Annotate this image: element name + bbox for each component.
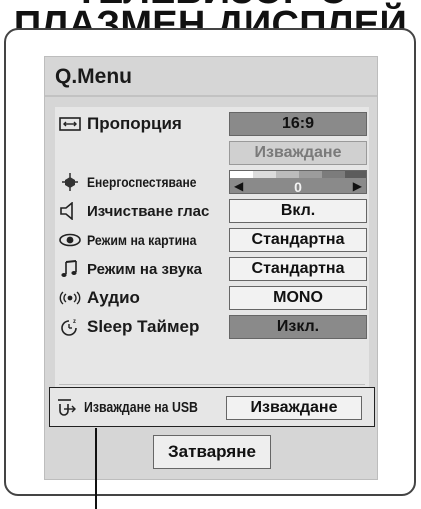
audio-value[interactable]: MONO — [229, 286, 367, 310]
usb-eject-label: Изваждане на USB — [84, 398, 198, 416]
slider-segment — [276, 171, 299, 178]
audio-icon — [59, 287, 81, 309]
arrow-right-icon[interactable]: ▶ — [353, 179, 362, 193]
energy-saving-slider[interactable]: 0 ◀ ▶ — [229, 170, 367, 194]
menu-row-label: Изчистване глас — [59, 200, 209, 222]
settings-panel: Пропорция 16:9 Изваждане Енергоспестяван… — [55, 107, 369, 393]
close-button[interactable]: Затваряне — [153, 435, 271, 469]
arrow-left-icon[interactable]: ◀ — [234, 179, 243, 193]
qmenu-title: Q.Menu — [55, 65, 132, 88]
menu-row-energy-saving[interactable]: Енергоспестяване 0 ◀ ▶ — [55, 169, 369, 195]
slider-segment — [299, 171, 322, 178]
qmenu-dialog: Q.Menu Пропорция 16:9 Изваждане Енергосп… — [44, 56, 378, 480]
menu-row-audio[interactable]: Аудио MONO — [55, 285, 369, 311]
menu-row-label: Режим на звука — [59, 258, 202, 280]
sound-mode-value[interactable]: Стандартна — [229, 257, 367, 281]
picture-mode-icon — [59, 229, 81, 251]
slider-segment — [230, 171, 253, 178]
panel-divider — [59, 384, 365, 385]
aspect-eject-value: Изваждане — [229, 141, 367, 165]
svg-text:z: z — [73, 319, 76, 325]
usb-eject-value[interactable]: Изваждане — [226, 396, 362, 420]
menu-row-picture-mode[interactable]: Режим на картина Стандартна — [55, 227, 369, 253]
menu-row-label: Изваждане на USB — [56, 396, 223, 418]
slider-segment — [253, 171, 276, 178]
title-divider — [45, 95, 377, 97]
menu-row-aspect-subvalue: Изваждане — [55, 140, 369, 166]
aspect-ratio-value[interactable]: 16:9 — [229, 112, 367, 136]
aspect-ratio-label: Пропорция — [87, 114, 182, 133]
sound-mode-icon — [59, 258, 81, 280]
menu-row-label: Пропорция — [59, 113, 182, 135]
menu-row-sleep-timer[interactable]: z Sleep Таймер Изкл. — [55, 314, 369, 340]
menu-row-usb-eject[interactable]: Изваждане на USB Изваждане — [49, 387, 375, 427]
energy-saving-label: Енергоспестяване — [87, 174, 197, 190]
clear-voice-value[interactable]: Вкл. — [229, 199, 367, 223]
aspect-ratio-icon — [59, 113, 81, 135]
menu-row-label: Аудио — [59, 287, 140, 309]
menu-row-label: Енергоспестяване — [59, 171, 214, 193]
menu-row-aspect-ratio[interactable]: Пропорция 16:9 — [55, 111, 369, 137]
menu-row-clear-voice[interactable]: Изчистване глас Вкл. — [55, 198, 369, 224]
sleep-timer-label: Sleep Таймер — [87, 317, 200, 336]
menu-row-label: Режим на картина — [59, 229, 211, 251]
picture-mode-label: Режим на картина — [87, 232, 197, 248]
clear-voice-label: Изчистване глас — [87, 202, 210, 220]
sleep-timer-icon: z — [59, 316, 81, 338]
callout-pointer-line — [95, 428, 97, 509]
menu-row-sound-mode[interactable]: Режим на звука Стандартна — [55, 256, 369, 282]
usb-eject-icon — [56, 396, 78, 418]
menu-row-label: z Sleep Таймер — [59, 316, 199, 338]
clear-voice-icon — [59, 200, 81, 222]
energy-saving-icon — [59, 171, 81, 193]
picture-mode-value[interactable]: Стандартна — [229, 228, 367, 252]
slider-segment — [345, 171, 366, 178]
sleep-timer-value[interactable]: Изкл. — [229, 315, 367, 339]
audio-label: Аудио — [87, 288, 140, 307]
sound-mode-label: Режим на звука — [87, 260, 202, 278]
slider-segment — [322, 171, 345, 178]
energy-saving-value: 0 — [294, 178, 302, 194]
